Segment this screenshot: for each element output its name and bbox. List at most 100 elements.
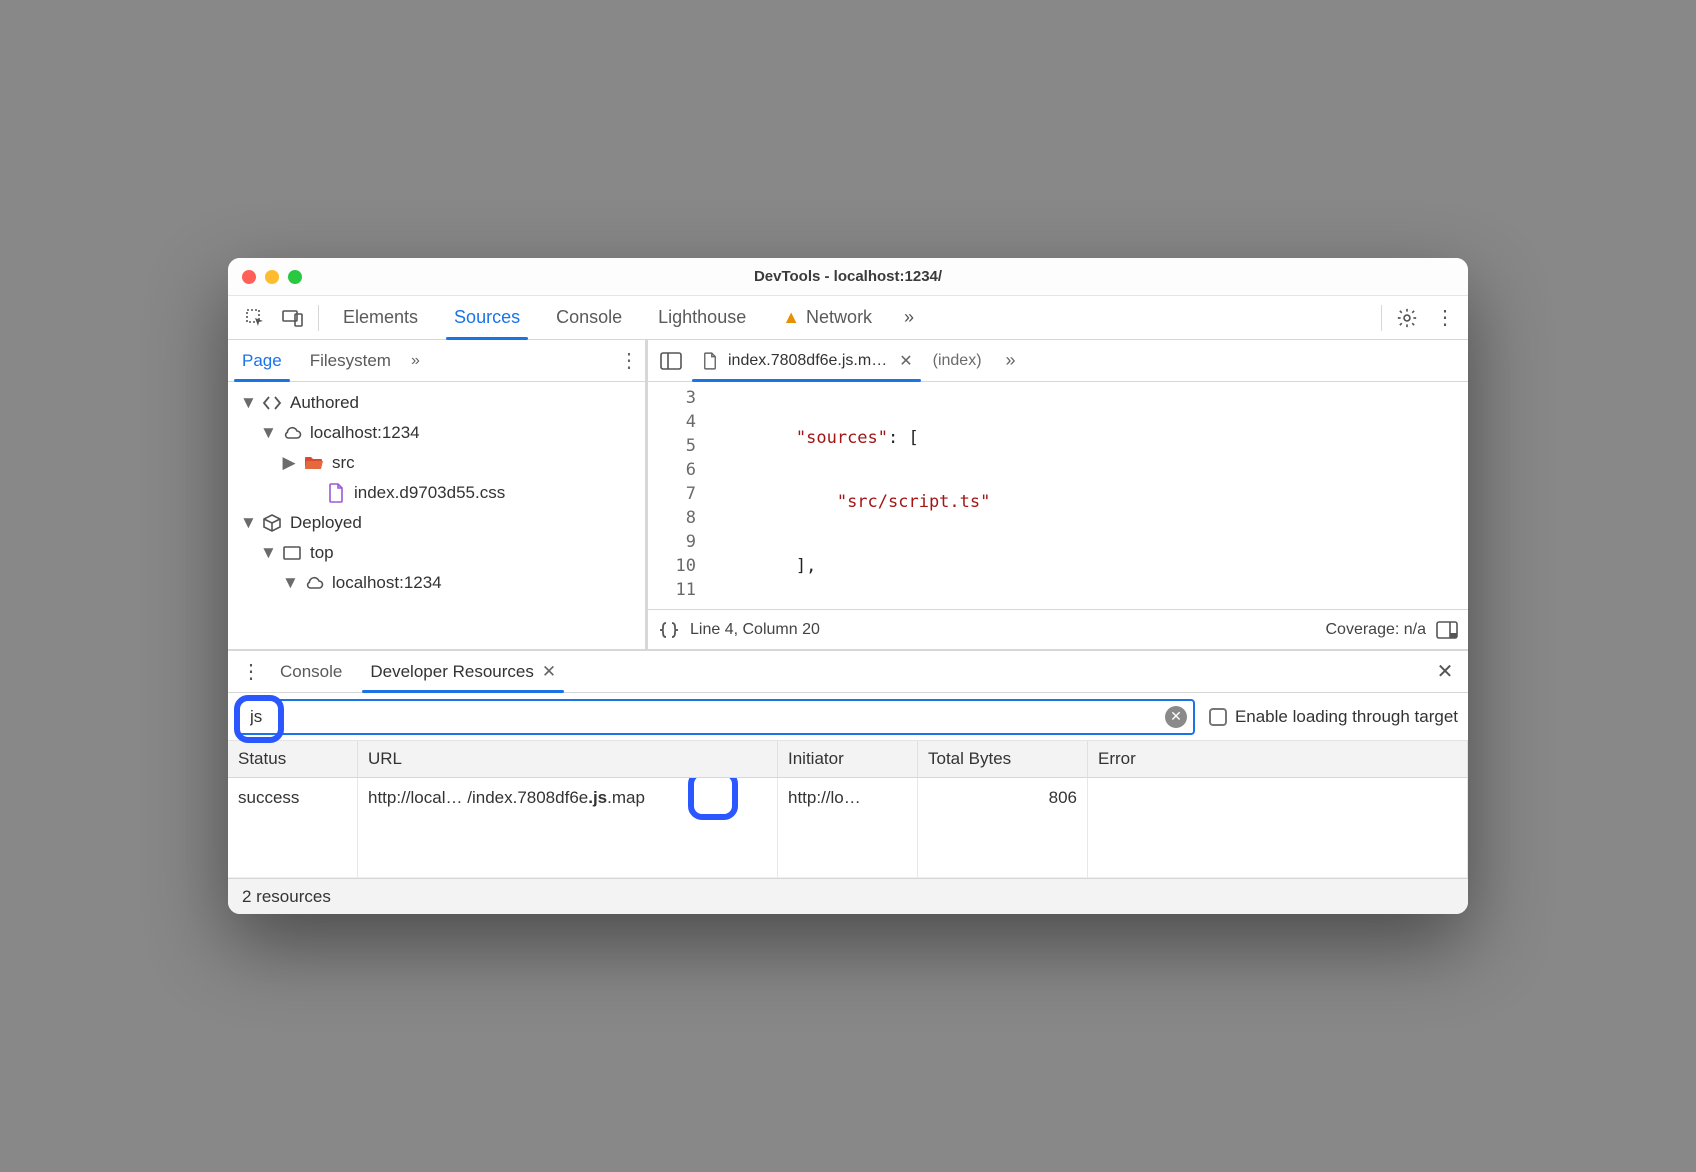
pretty-print-icon[interactable] — [658, 621, 680, 639]
maximize-window[interactable] — [288, 270, 302, 284]
resources-count: 2 resources — [242, 887, 331, 907]
navigator-tabs-overflow-icon[interactable]: » — [405, 352, 426, 370]
tab-console[interactable]: Console — [540, 296, 638, 340]
navigator-tabs: Page Filesystem » ⋮ — [228, 340, 645, 382]
device-toggle-icon[interactable] — [276, 301, 310, 335]
tab-lighthouse[interactable]: Lighthouse — [642, 296, 762, 340]
resources-footer: 2 resources — [228, 878, 1468, 914]
sidebar-right-icon[interactable] — [1436, 621, 1458, 639]
warning-icon: ▲ — [782, 307, 800, 328]
tree-file-css[interactable]: index.d9703d55.css — [232, 478, 641, 508]
file-icon — [700, 351, 720, 371]
chevron-down-icon: ▼ — [282, 573, 296, 593]
cloud-icon — [282, 423, 302, 443]
drawer-tab-label: Developer Resources — [370, 662, 533, 682]
col-bytes[interactable]: Total Bytes — [918, 741, 1088, 778]
filter-input-wrapper: ✕ — [238, 699, 1195, 735]
chevron-down-icon: ▼ — [240, 393, 254, 413]
sources-editor: index.7808df6e.js.m… ✕ (index) » 3 4 5 6… — [648, 340, 1468, 649]
coverage-status: Coverage: n/a — [1325, 621, 1426, 639]
code-body[interactable]: "sources": [ "src/script.ts" ], "sources… — [706, 382, 1468, 609]
top-tabstrip: Elements Sources Console Lighthouse ▲ Ne… — [228, 296, 1468, 340]
sources-navigator: Page Filesystem » ⋮ ▼ Authored ▼ — [228, 340, 648, 649]
enable-loading-checkbox[interactable]: Enable loading through target — [1209, 707, 1458, 727]
tree-frame-top[interactable]: ▼ top — [232, 538, 641, 568]
tree-host-deployed[interactable]: ▼ localhost:1234 — [232, 568, 641, 598]
file-tab-label: (index) — [933, 352, 982, 370]
editor-statusbar: Line 4, Column 20 Coverage: n/a — [648, 609, 1468, 649]
toggle-sidebar-icon[interactable] — [654, 344, 688, 378]
settings-icon[interactable] — [1390, 301, 1424, 335]
close-window[interactable] — [242, 270, 256, 284]
angle-brackets-icon — [262, 393, 282, 413]
tab-elements[interactable]: Elements — [327, 296, 434, 340]
tree-label: localhost:1234 — [332, 573, 442, 593]
drawer-tabstrip: ⋮ Console Developer Resources ✕ ✕ — [228, 651, 1468, 693]
tree-group-deployed[interactable]: ▼ Deployed — [232, 508, 641, 538]
navigator-kebab-icon[interactable]: ⋮ — [619, 348, 639, 373]
drawer-close-icon[interactable]: ✕ — [1430, 657, 1460, 687]
devres-toolbar: ✕ Enable loading through target — [228, 693, 1468, 741]
checkbox-label: Enable loading through target — [1235, 707, 1458, 727]
minimize-window[interactable] — [265, 270, 279, 284]
kebab-menu-icon[interactable]: ⋮ — [1428, 301, 1462, 335]
tab-sources[interactable]: Sources — [438, 296, 536, 340]
tree-label: index.d9703d55.css — [354, 483, 505, 503]
drawer-tab-devres[interactable]: Developer Resources ✕ — [356, 651, 570, 693]
inspect-icon[interactable] — [238, 301, 272, 335]
tree-folder-src[interactable]: ▶ src — [232, 448, 641, 478]
col-error[interactable]: Error — [1088, 741, 1468, 778]
frame-icon — [282, 543, 302, 563]
navigator-tab-filesystem[interactable]: Filesystem — [296, 340, 405, 382]
close-icon[interactable]: ✕ — [542, 662, 556, 682]
checkbox-icon — [1209, 708, 1227, 726]
cell-bytes[interactable]: 806 — [918, 778, 1088, 878]
chevron-down-icon: ▼ — [260, 423, 274, 443]
col-status[interactable]: Status — [228, 741, 358, 778]
tree-label: Deployed — [290, 513, 362, 533]
clear-icon[interactable]: ✕ — [1165, 706, 1187, 728]
col-initiator[interactable]: Initiator — [778, 741, 918, 778]
top-tabs-overflow-icon[interactable]: » — [892, 301, 926, 335]
file-tab-active[interactable]: index.7808df6e.js.m… ✕ — [692, 340, 921, 382]
cell-status[interactable]: success — [228, 778, 358, 878]
file-tree: ▼ Authored ▼ localhost:1234 ▶ — [228, 382, 645, 649]
cloud-icon — [304, 573, 324, 593]
file-icon — [326, 483, 346, 503]
filter-input[interactable] — [250, 707, 1159, 727]
tree-label: localhost:1234 — [310, 423, 420, 443]
cube-icon — [262, 513, 282, 533]
close-icon[interactable]: ✕ — [899, 351, 912, 371]
chevron-right-icon: ▶ — [282, 453, 296, 473]
tree-label: top — [310, 543, 334, 563]
chevron-down-icon: ▼ — [240, 513, 254, 533]
file-tabs-overflow-icon[interactable]: » — [994, 344, 1028, 378]
tree-host-authored[interactable]: ▼ localhost:1234 — [232, 418, 641, 448]
drawer-kebab-icon[interactable]: ⋮ — [236, 657, 266, 687]
devtools-window: DevTools - localhost:1234/ Elements Sour… — [228, 258, 1468, 914]
chevron-down-icon: ▼ — [260, 543, 274, 563]
sources-main: Page Filesystem » ⋮ ▼ Authored ▼ — [228, 340, 1468, 650]
col-url[interactable]: URL — [358, 741, 778, 778]
tree-label: src — [332, 453, 355, 473]
cursor-position: Line 4, Column 20 — [690, 621, 820, 639]
window-title: DevTools - localhost:1234/ — [228, 268, 1468, 285]
file-tab-index[interactable]: (index) — [925, 340, 990, 382]
cell-url[interactable]: http://local… /index.7808df6e.js.map — [358, 778, 778, 878]
drawer-panel: ⋮ Console Developer Resources ✕ ✕ ✕ Enab… — [228, 650, 1468, 914]
resources-grid: Status URL Initiator Total Bytes Error s… — [228, 741, 1468, 878]
file-tabstrip: index.7808df6e.js.m… ✕ (index) » — [648, 340, 1468, 382]
traffic-lights — [242, 270, 302, 284]
tree-group-authored[interactable]: ▼ Authored — [232, 388, 641, 418]
cell-error[interactable] — [1088, 778, 1468, 878]
folder-open-icon — [304, 453, 324, 473]
tab-network-label: Network — [806, 307, 872, 328]
file-tab-label: index.7808df6e.js.m… — [728, 352, 887, 370]
cell-initiator[interactable]: http://lo… — [778, 778, 918, 878]
drawer-tab-console[interactable]: Console — [266, 651, 356, 693]
tree-label: Authored — [290, 393, 359, 413]
navigator-tab-page[interactable]: Page — [228, 340, 296, 382]
tab-network[interactable]: ▲ Network — [766, 296, 888, 340]
code-editor[interactable]: 3 4 5 6 7 8 9 10 11 "sources": [ "src/sc… — [648, 382, 1468, 609]
titlebar: DevTools - localhost:1234/ — [228, 258, 1468, 296]
